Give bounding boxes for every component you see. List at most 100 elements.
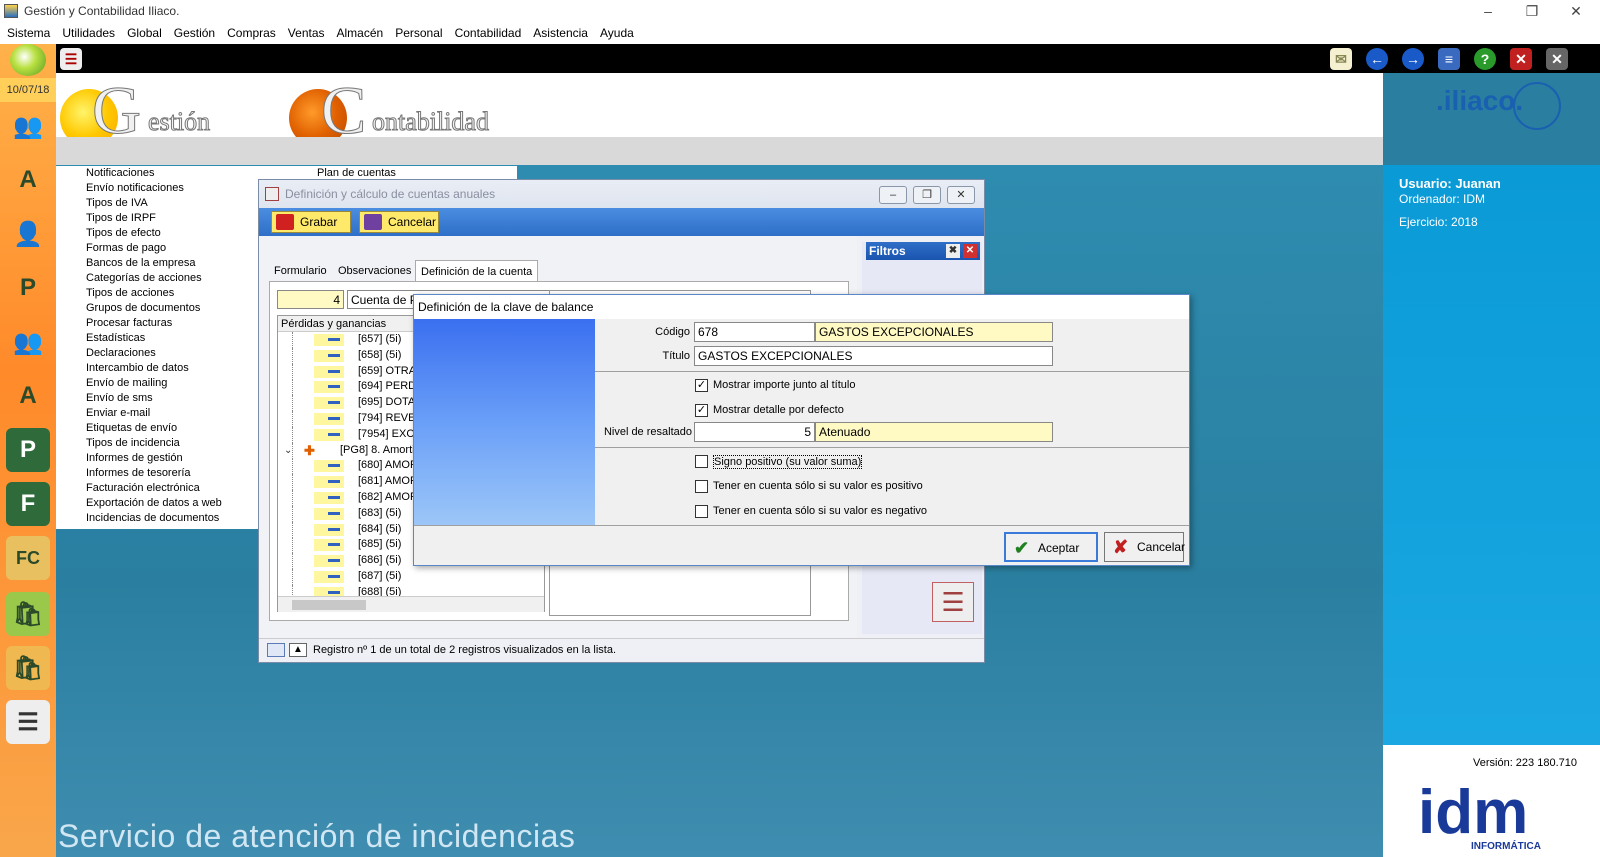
minimize-icon[interactable]: – bbox=[1466, 0, 1510, 24]
module-list-item[interactable]: Incidencias de documentos bbox=[56, 511, 285, 526]
grabar-button[interactable]: Grabar bbox=[271, 211, 351, 233]
solo-negativo-checkbox[interactable] bbox=[695, 505, 708, 518]
menu-global[interactable]: Global bbox=[120, 24, 167, 40]
mid-close-icon[interactable]: ✕ bbox=[947, 186, 975, 204]
p-document-icon[interactable]: P bbox=[6, 428, 50, 472]
menu-gestion[interactable]: Gestión bbox=[167, 24, 220, 40]
module-list-item[interactable]: Intercambio de datos bbox=[56, 361, 285, 376]
tree-row[interactable]: [687] (5i) bbox=[278, 568, 544, 585]
tree-row-label: [695] DOTA bbox=[358, 396, 416, 409]
brand-logo-circle bbox=[1513, 82, 1561, 130]
menu-ayuda[interactable]: Ayuda bbox=[593, 24, 639, 40]
menu-personal[interactable]: Personal bbox=[388, 24, 447, 40]
tree-row-label: [658] (5i) bbox=[358, 348, 402, 361]
notebook-toolbar-icon[interactable]: ☰ bbox=[60, 48, 82, 70]
module-list-item[interactable]: Grupos de documentos bbox=[56, 301, 285, 316]
windows-icon[interactable]: ≡ bbox=[1438, 48, 1460, 70]
tree-h-scrollbar[interactable] bbox=[278, 596, 544, 612]
dialog-separator-1 bbox=[595, 371, 1189, 372]
module-list-item[interactable]: Notificaciones bbox=[56, 166, 285, 181]
titulo-input[interactable]: GASTOS EXCEPCIONALES bbox=[694, 346, 1053, 366]
module-list-item[interactable]: Procesar facturas bbox=[56, 316, 285, 331]
fc-document-icon[interactable]: FC bbox=[6, 536, 50, 580]
module-list-item[interactable]: Envío notificaciones bbox=[56, 181, 285, 196]
tab-formulario[interactable]: Formulario bbox=[269, 260, 332, 282]
users-2-icon[interactable]: 👥 bbox=[6, 320, 50, 364]
module-list-item[interactable]: Etiquetas de envío bbox=[56, 421, 285, 436]
tab-definicion-cuenta[interactable]: Definición de la cuenta bbox=[415, 260, 539, 282]
module-list-item[interactable]: Tipos de incidencia bbox=[56, 436, 285, 451]
tree-line bbox=[292, 458, 293, 475]
cancelar-dialog-button[interactable]: ✘ Cancelar bbox=[1104, 532, 1185, 562]
module-list-item[interactable]: Estadísticas bbox=[56, 331, 285, 346]
module-list-item[interactable]: Categorías de acciones bbox=[56, 271, 285, 286]
module-list-item[interactable]: Tipos de acciones bbox=[56, 286, 285, 301]
nivel-input[interactable]: 5 bbox=[694, 422, 815, 442]
back-arrow-icon[interactable]: ← bbox=[1366, 48, 1388, 70]
tree-leaf-icon bbox=[328, 432, 340, 436]
module-list-item[interactable]: Envío de mailing bbox=[56, 376, 285, 391]
menu-asistencia[interactable]: Asistencia bbox=[526, 24, 593, 40]
solo-positivo-checkbox[interactable] bbox=[695, 480, 708, 493]
menu-contabilidad[interactable]: Contabilidad bbox=[448, 24, 527, 40]
module-list-item[interactable]: Informes de tesorería bbox=[56, 466, 285, 481]
module-list-item[interactable]: Informes de gestión bbox=[56, 451, 285, 466]
menu-sistema[interactable]: Sistema bbox=[0, 24, 55, 40]
plan-de-cuentas-window[interactable]: Plan de cuentas bbox=[285, 166, 517, 180]
status-list-icon[interactable] bbox=[267, 643, 285, 657]
shopping-bag-icon[interactable]: 🛍 bbox=[6, 592, 50, 636]
mostrar-importe-checkbox[interactable]: ✓ bbox=[695, 379, 708, 392]
mid-maximize-icon[interactable]: ❐ bbox=[913, 186, 941, 204]
status-bar: ▲ Registro nº 1 de un total de 2 registr… bbox=[259, 638, 984, 662]
cancelar-top-button[interactable]: Cancelar bbox=[359, 211, 439, 233]
close-icon[interactable]: ✕ bbox=[1554, 0, 1598, 24]
menu-ventas[interactable]: Ventas bbox=[281, 24, 330, 40]
user-icon[interactable]: 👤 bbox=[6, 212, 50, 256]
module-list-item[interactable]: Declaraciones bbox=[56, 346, 285, 361]
module-list-item[interactable]: Formas de pago bbox=[56, 241, 285, 256]
article-a-icon[interactable]: A bbox=[6, 158, 50, 202]
close-window-icon[interactable]: ✕ bbox=[1510, 48, 1532, 70]
f-document-icon[interactable]: F bbox=[6, 482, 50, 526]
status-up-icon[interactable]: ▲ bbox=[289, 643, 307, 657]
users-icon[interactable]: 👥 bbox=[6, 104, 50, 148]
module-list: Notificaciones Envío notificaciones Tipos … bbox=[56, 166, 285, 529]
tab-observaciones[interactable]: Observaciones bbox=[333, 260, 416, 282]
module-list-item[interactable]: Facturación electrónica bbox=[56, 481, 285, 496]
mail-icon[interactable]: ✉ bbox=[1330, 48, 1352, 70]
user-a-icon[interactable]: A bbox=[6, 374, 50, 418]
module-list-item[interactable]: Tipos de efecto bbox=[56, 226, 285, 241]
aceptar-button[interactable]: ✔ Aceptar bbox=[1004, 532, 1098, 562]
codigo-input[interactable]: 678 bbox=[694, 322, 815, 342]
menu-compras[interactable]: Compras bbox=[220, 24, 281, 40]
tree-row-label: [694] PERD bbox=[358, 380, 417, 393]
module-list-item[interactable]: Envío de sms bbox=[56, 391, 285, 406]
module-list-item[interactable]: Bancos de la empresa bbox=[56, 256, 285, 271]
module-list-item[interactable]: Enviar e-mail bbox=[56, 406, 285, 421]
mid-minimize-icon[interactable]: – bbox=[879, 186, 907, 204]
user-p-icon[interactable]: P bbox=[6, 266, 50, 310]
tree-expand-icon[interactable]: ⌄ bbox=[284, 443, 292, 459]
filter-clear-icon[interactable]: ✖ bbox=[946, 244, 960, 258]
forward-arrow-icon[interactable]: → bbox=[1402, 48, 1424, 70]
filter-close-icon[interactable]: ✕ bbox=[963, 244, 977, 258]
menu-almacen[interactable]: Almacén bbox=[330, 24, 389, 40]
restore-icon[interactable]: ❐ bbox=[1510, 0, 1554, 24]
filters-notebook-icon[interactable]: ☰ bbox=[932, 582, 974, 622]
header-banner: G estión C ontabilidad .iliaco. bbox=[56, 72, 1523, 149]
module-list-item[interactable]: Tipos de IRPF bbox=[56, 211, 285, 226]
globe-icon[interactable] bbox=[10, 44, 46, 76]
cuentas-anuales-title: Definición y cálculo de cuentas anuales bbox=[285, 187, 496, 201]
tree-line bbox=[292, 332, 293, 348]
mostrar-detalle-checkbox[interactable]: ✓ bbox=[695, 404, 708, 417]
shopping-bag-2-icon[interactable]: 🛍 bbox=[6, 646, 50, 690]
help-icon[interactable]: ? bbox=[1474, 48, 1496, 70]
close-all-icon[interactable]: ✕ bbox=[1546, 48, 1568, 70]
module-list-item[interactable]: Tipos de IVA bbox=[56, 196, 285, 211]
module-list-item[interactable]: Exportación de datos a web bbox=[56, 496, 285, 511]
menu-utilidades[interactable]: Utilidades bbox=[55, 24, 120, 40]
number-field[interactable]: 4 bbox=[277, 290, 344, 309]
tree-scroll-thumb[interactable] bbox=[292, 600, 366, 610]
signo-positivo-checkbox[interactable] bbox=[695, 455, 708, 468]
notebook-icon[interactable]: ☰ bbox=[6, 700, 50, 744]
